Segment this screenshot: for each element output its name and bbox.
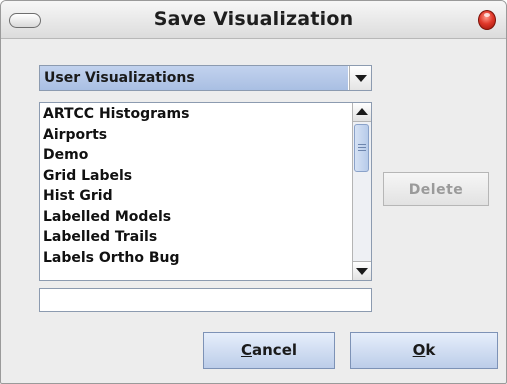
list-item[interactable]: Labelled Trails bbox=[40, 227, 352, 248]
list-item[interactable]: ARTCC Histograms bbox=[40, 104, 352, 125]
chevron-down-icon[interactable] bbox=[349, 66, 371, 90]
list-item[interactable]: Airports bbox=[40, 125, 352, 146]
list-item[interactable]: Hist Grid bbox=[40, 186, 352, 207]
visualization-list[interactable]: ARTCC Histograms Airports Demo Grid Labe… bbox=[39, 102, 372, 281]
delete-button[interactable]: Delete bbox=[383, 172, 489, 206]
list-item[interactable]: Demo bbox=[40, 145, 352, 166]
visualization-name-input[interactable] bbox=[39, 288, 372, 312]
save-visualization-dialog: Save Visualization User Visualizations A… bbox=[0, 0, 507, 384]
scroll-thumb[interactable] bbox=[354, 124, 369, 172]
ok-mnemonic: O bbox=[412, 341, 426, 359]
ok-label: k bbox=[425, 341, 436, 359]
list-scrollbar[interactable] bbox=[352, 103, 371, 280]
cancel-label: ancel bbox=[252, 341, 298, 359]
title-bar[interactable]: Save Visualization bbox=[1, 1, 506, 39]
scroll-down-arrow-icon[interactable] bbox=[353, 261, 371, 280]
grip-line bbox=[358, 150, 366, 151]
scroll-up-arrow-icon[interactable] bbox=[353, 103, 371, 122]
list-item[interactable]: Labels Ortho Bug bbox=[40, 248, 352, 269]
list-item[interactable]: Labelled Models bbox=[40, 207, 352, 228]
combo-selected-value: User Visualizations bbox=[40, 66, 348, 90]
cancel-button[interactable]: Cancel bbox=[203, 332, 335, 369]
visualization-category-select[interactable]: User Visualizations bbox=[39, 65, 372, 91]
grip-line bbox=[358, 144, 366, 145]
cancel-mnemonic: C bbox=[240, 341, 252, 359]
list-item[interactable]: Grid Labels bbox=[40, 166, 352, 187]
window-title: Save Visualization bbox=[153, 8, 354, 30]
list-items-viewport: ARTCC Histograms Airports Demo Grid Labe… bbox=[40, 104, 352, 279]
ok-button[interactable]: Ok bbox=[350, 332, 498, 369]
close-icon[interactable] bbox=[478, 10, 496, 30]
grip-line bbox=[358, 147, 366, 148]
